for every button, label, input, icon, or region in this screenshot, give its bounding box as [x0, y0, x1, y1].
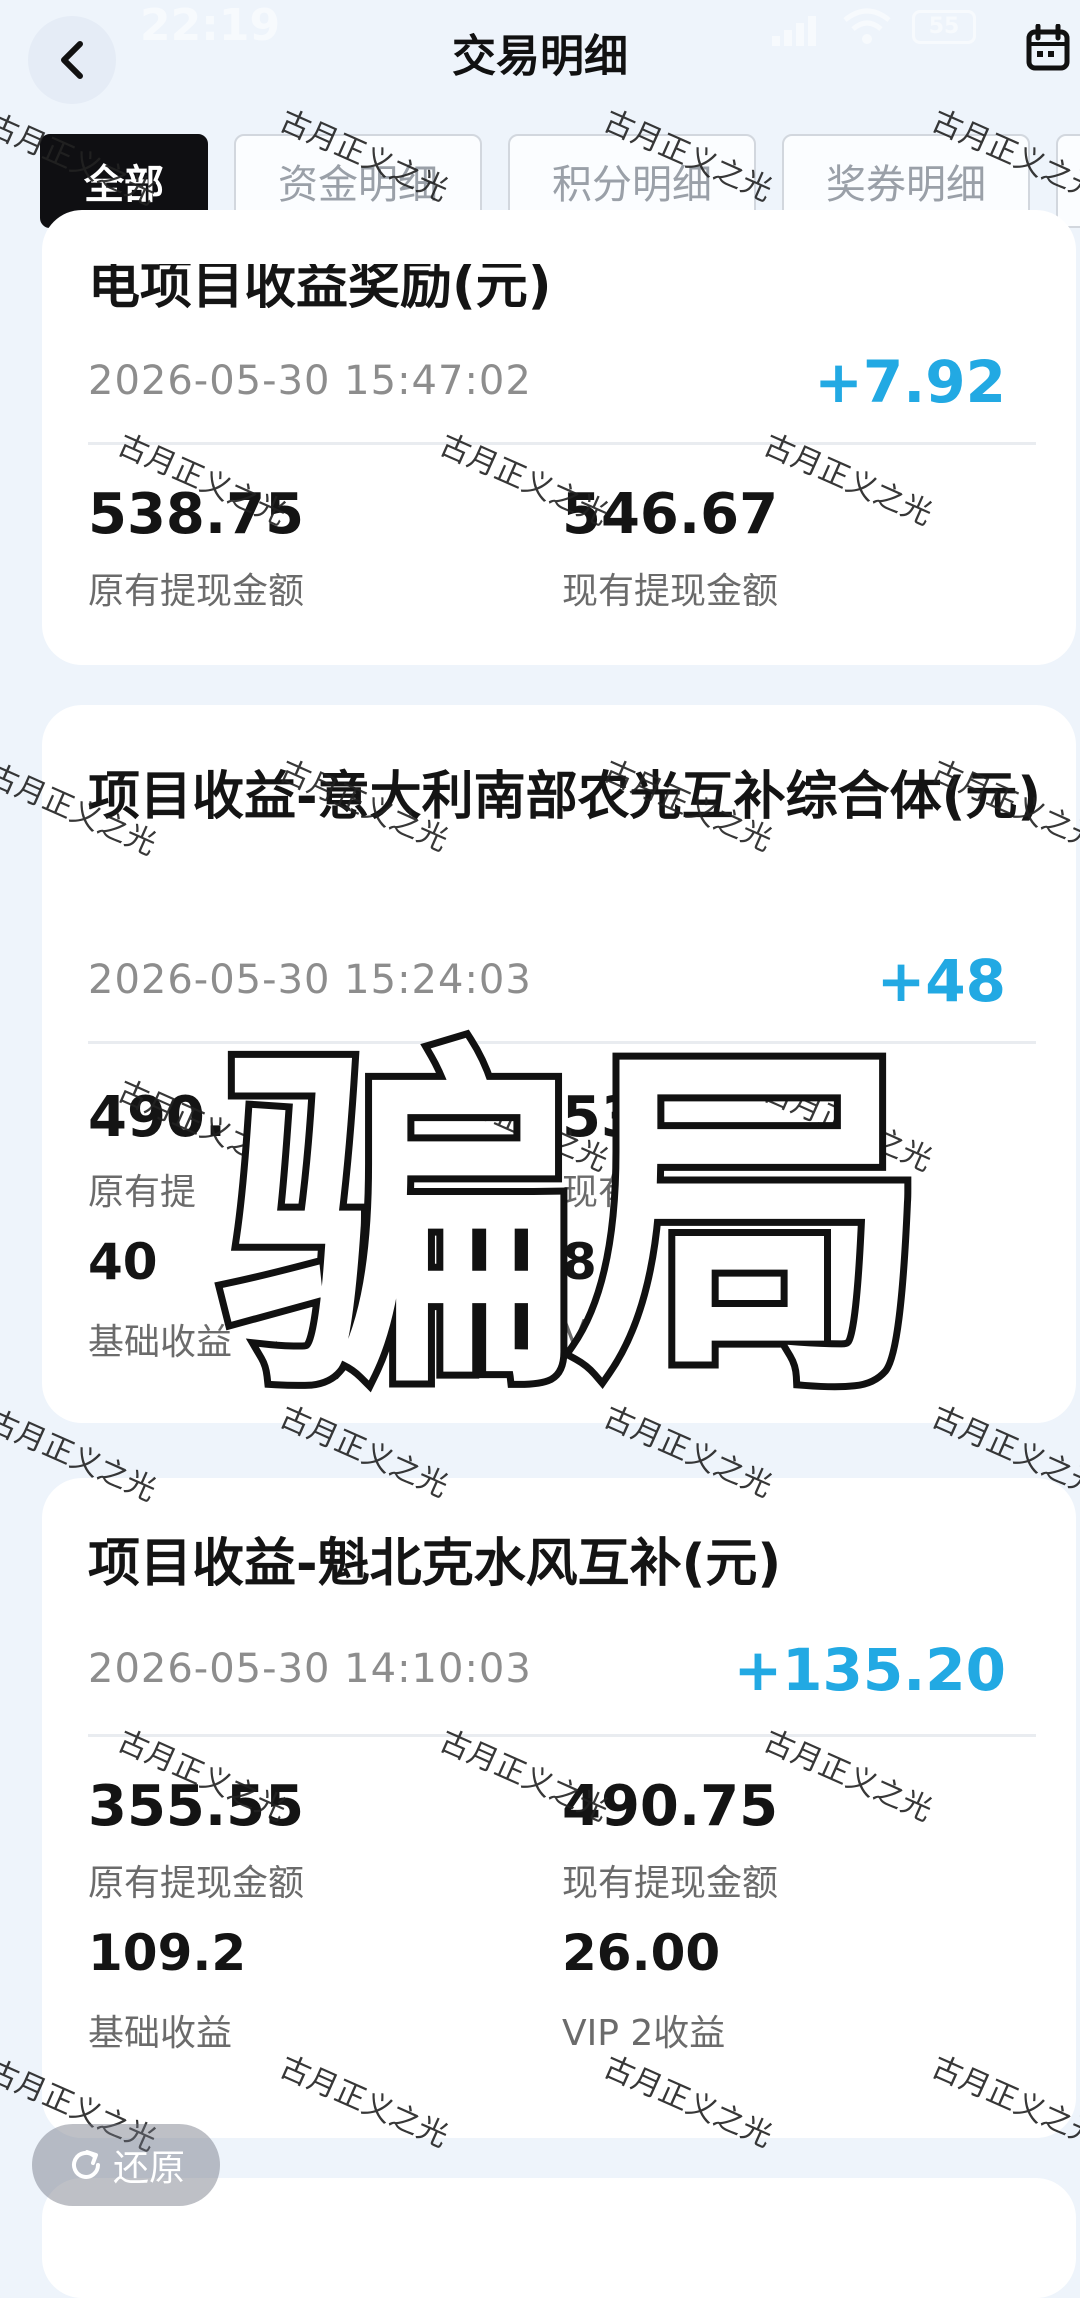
transaction-amount: +135.20	[733, 1636, 1006, 1704]
card-title: 项目收益-魁北克水风互补(元)	[88, 1534, 782, 1594]
vip-income-label: VIP 2收益	[562, 2013, 726, 2054]
original-balance-label: 原有提现金额	[88, 571, 305, 612]
restore-button[interactable]: 还原	[32, 2124, 220, 2206]
scam-warning-overlay: 骗局	[213, 1008, 937, 1441]
original-balance-label: 原有提	[88, 1172, 197, 1213]
transaction-amount: +48	[876, 947, 1006, 1015]
vip-income-value: 26.00	[562, 1924, 721, 1982]
transaction-card[interactable]: 电项目收益奖励(元) 2026-05-30 15:47:02 +7.92 538…	[42, 210, 1076, 665]
page-title: 交易明细	[452, 31, 628, 82]
card-title: 电项目收益奖励(元)	[88, 256, 552, 316]
original-balance-label: 原有提现金额	[88, 1863, 305, 1904]
divider	[88, 442, 1036, 445]
card-title: 项目收益-意大利南部农光互补综合体(元)	[88, 767, 1042, 827]
nav-bar: 交易明细	[0, 0, 1080, 105]
refresh-icon	[72, 2150, 100, 2179]
current-balance-label: 现有提现金额	[562, 1863, 779, 1904]
calendar-icon[interactable]	[1026, 24, 1070, 72]
transaction-amount: +7.92	[814, 348, 1006, 416]
restore-label: 还原	[112, 2148, 185, 2189]
base-income-value: 109.2	[88, 1924, 247, 1982]
divider	[88, 1734, 1036, 1737]
base-income-label: 基础收益	[88, 2013, 233, 2054]
transaction-datetime: 2026-05-30 15:24:03	[88, 957, 532, 1003]
base-income-value: 40	[88, 1233, 158, 1291]
current-balance-label: 现有提现金额	[562, 571, 779, 612]
transaction-datetime: 2026-05-30 14:10:03	[88, 1646, 532, 1692]
transaction-datetime: 2026-05-30 15:47:02	[88, 358, 532, 404]
